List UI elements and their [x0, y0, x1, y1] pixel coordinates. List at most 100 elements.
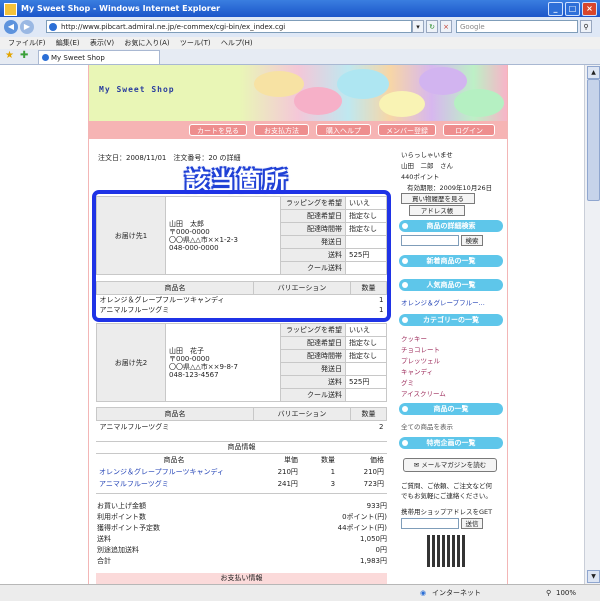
category-link[interactable]: プレッツェル: [401, 355, 440, 365]
zoom-level[interactable]: 100%: [556, 585, 576, 601]
address-book-button[interactable]: アドレス帳: [409, 205, 465, 216]
address-text: http://www.pibcart.admiral.ne.jp/e-comme…: [61, 23, 286, 31]
summary-row: 獲得ポイント予定数 44ポイント(円): [97, 523, 387, 534]
dest2-label: お届け先2: [96, 323, 166, 402]
menu-tools[interactable]: ツール(T): [180, 39, 211, 47]
category-link[interactable]: クッキー: [401, 333, 427, 343]
categories-button[interactable]: カテゴリーの一覧: [399, 314, 503, 326]
browser-window: My Sweet Shop - Windows Internet Explore…: [0, 0, 600, 601]
summary-key: 利用ポイント数: [97, 513, 146, 521]
shop-logo[interactable]: My Sweet Shop: [99, 85, 175, 94]
payment-heading: お支払い情報: [96, 573, 387, 584]
stop-icon[interactable]: ×: [440, 20, 452, 33]
forward-icon[interactable]: ▶: [20, 20, 34, 34]
dest2-date: 指定なし: [345, 336, 387, 350]
summary-key: 合計: [97, 557, 111, 565]
menu-edit[interactable]: 編集(E): [56, 39, 80, 47]
vertical-scrollbar[interactable]: ▲ ▼: [584, 65, 600, 584]
new-items-button[interactable]: 新着商品の一覧: [399, 255, 503, 267]
refresh-icon[interactable]: ↻: [426, 20, 438, 33]
view-cart-button[interactable]: カートを見る: [189, 124, 247, 136]
popular-item-link[interactable]: オレンジ＆グレープフルー...: [401, 297, 485, 307]
scroll-up-icon[interactable]: ▲: [587, 66, 600, 79]
col-subtotal: 価格: [370, 456, 384, 464]
new-items-label: 新着商品の一覧: [426, 257, 476, 265]
status-bar: ◉ インターネット ⚲ 100%: [0, 584, 600, 601]
login-button[interactable]: ログイン: [443, 124, 495, 136]
contact-text: ご質問、ご依頼、ご注文など何: [401, 482, 492, 490]
bullet-icon: [402, 317, 408, 323]
bullet-icon: [402, 440, 408, 446]
category-link[interactable]: アイスクリーム: [401, 388, 446, 398]
dest2-time: 指定なし: [345, 349, 387, 363]
zoom-icon[interactable]: ⚲: [546, 585, 551, 601]
address-toolbar: ◀ ▶ http://www.pibcart.admiral.ne.jp/e-c…: [0, 17, 600, 38]
status-zone: インターネット: [432, 589, 481, 597]
favorites-star-icon[interactable]: ★: [5, 50, 14, 61]
bullet-icon: [402, 258, 408, 264]
mobile-send-button[interactable]: 送信: [461, 518, 483, 529]
product-info-table: 商品名 単価 数量 価格 オレンジ＆グレープフルーツキャンディ 210円 1 2…: [96, 454, 387, 490]
detail-search-button[interactable]: 商品の詳細検索: [399, 220, 503, 232]
dest2-wrapping: いいえ: [345, 323, 387, 337]
member-register-button[interactable]: メンバー登録: [378, 124, 436, 136]
product-link[interactable]: アニマルフルーツグミ: [96, 478, 252, 490]
candy-decoration: [419, 67, 467, 95]
popular-items-button[interactable]: 人気商品の一覧: [399, 279, 503, 291]
category-link[interactable]: グミ: [401, 377, 414, 387]
title-bar: My Sweet Shop - Windows Internet Explore…: [0, 0, 600, 17]
category-link[interactable]: チョコレート: [401, 344, 440, 354]
product-list-button[interactable]: 商品の一覧: [399, 403, 503, 415]
col-price: 単価: [283, 456, 298, 464]
purchase-history-button[interactable]: 買い物履歴を見る: [401, 193, 475, 204]
search-icon[interactable]: ⚲: [580, 20, 592, 33]
address-dropdown-icon[interactable]: ▾: [412, 20, 424, 33]
greeting-text: いらっしゃいませ: [401, 151, 453, 159]
product-subtotal: 723円: [363, 480, 384, 488]
qr-code: [427, 535, 467, 567]
summary-value: 933円: [366, 502, 387, 510]
menu-view[interactable]: 表示(V): [90, 39, 114, 47]
back-icon[interactable]: ◀: [4, 20, 18, 34]
col-qty: 数量: [350, 407, 387, 421]
menu-favorites[interactable]: お気に入り(A): [124, 39, 169, 47]
menu-help[interactable]: ヘルプ(H): [221, 39, 253, 47]
sidebar-search-input[interactable]: [401, 235, 459, 246]
all-products-link[interactable]: 全ての商品を表示: [401, 421, 453, 431]
add-favorite-icon[interactable]: ✚: [20, 50, 28, 61]
minimize-button[interactable]: _: [548, 2, 563, 16]
shop-page: My Sweet Shop カートを見る お支払方法 購入ヘルプ メンバー登録 …: [88, 65, 508, 584]
col-product: 商品名: [96, 407, 254, 421]
mail-magazine-button[interactable]: ✉ メールマガジンを読む: [403, 458, 497, 472]
mobile-email-input[interactable]: [401, 518, 459, 529]
specials-button[interactable]: 特売企画の一覧: [399, 437, 503, 449]
table-row: アニマルフルーツグミ 2: [97, 421, 387, 434]
divider: [96, 493, 387, 494]
detail-search-label: 商品の詳細検索: [426, 222, 476, 230]
tab-my-sweet-shop[interactable]: My Sweet Shop: [38, 50, 160, 64]
scroll-thumb[interactable]: [587, 79, 600, 201]
product-link[interactable]: オレンジ＆グレープフルーツキャンディ: [96, 466, 252, 478]
category-link[interactable]: キャンディ: [401, 366, 433, 376]
summary-value: 0ポイント(円): [342, 513, 387, 521]
dest2-address-cell: 山田 花子 〒000-0000 〇〇県△△市××9-8-7 048-123-45…: [165, 323, 281, 402]
sidebar-search-button[interactable]: 検索: [461, 235, 483, 246]
points-expiry: 有効期限：2009年10月26日: [407, 184, 493, 192]
cool-postage-label: クール送料: [280, 388, 346, 402]
shop-banner: My Sweet Shop: [89, 65, 507, 121]
purchase-help-button[interactable]: 購入ヘルプ: [316, 124, 371, 136]
product-subtotal: 210円: [363, 468, 384, 476]
search-input[interactable]: Google: [456, 20, 578, 33]
table-row: オレンジ＆グレープフルーツキャンディ 210円 1 210円: [96, 466, 387, 478]
address-input[interactable]: http://www.pibcart.admiral.ne.jp/e-comme…: [46, 20, 412, 33]
close-button[interactable]: ×: [582, 2, 597, 16]
payment-method-button[interactable]: お支払方法: [254, 124, 309, 136]
summary-key: 別途追加送料: [97, 546, 139, 554]
page-viewport: My Sweet Shop カートを見る お支払方法 購入ヘルプ メンバー登録 …: [0, 65, 584, 584]
dest2-ship-date: [345, 362, 387, 376]
dest2-name: 山田 花子: [169, 346, 204, 355]
menu-file[interactable]: ファイル(F): [8, 39, 46, 47]
candy-decoration: [379, 91, 425, 117]
maximize-button[interactable]: □: [565, 2, 580, 16]
scroll-down-icon[interactable]: ▼: [587, 570, 600, 583]
